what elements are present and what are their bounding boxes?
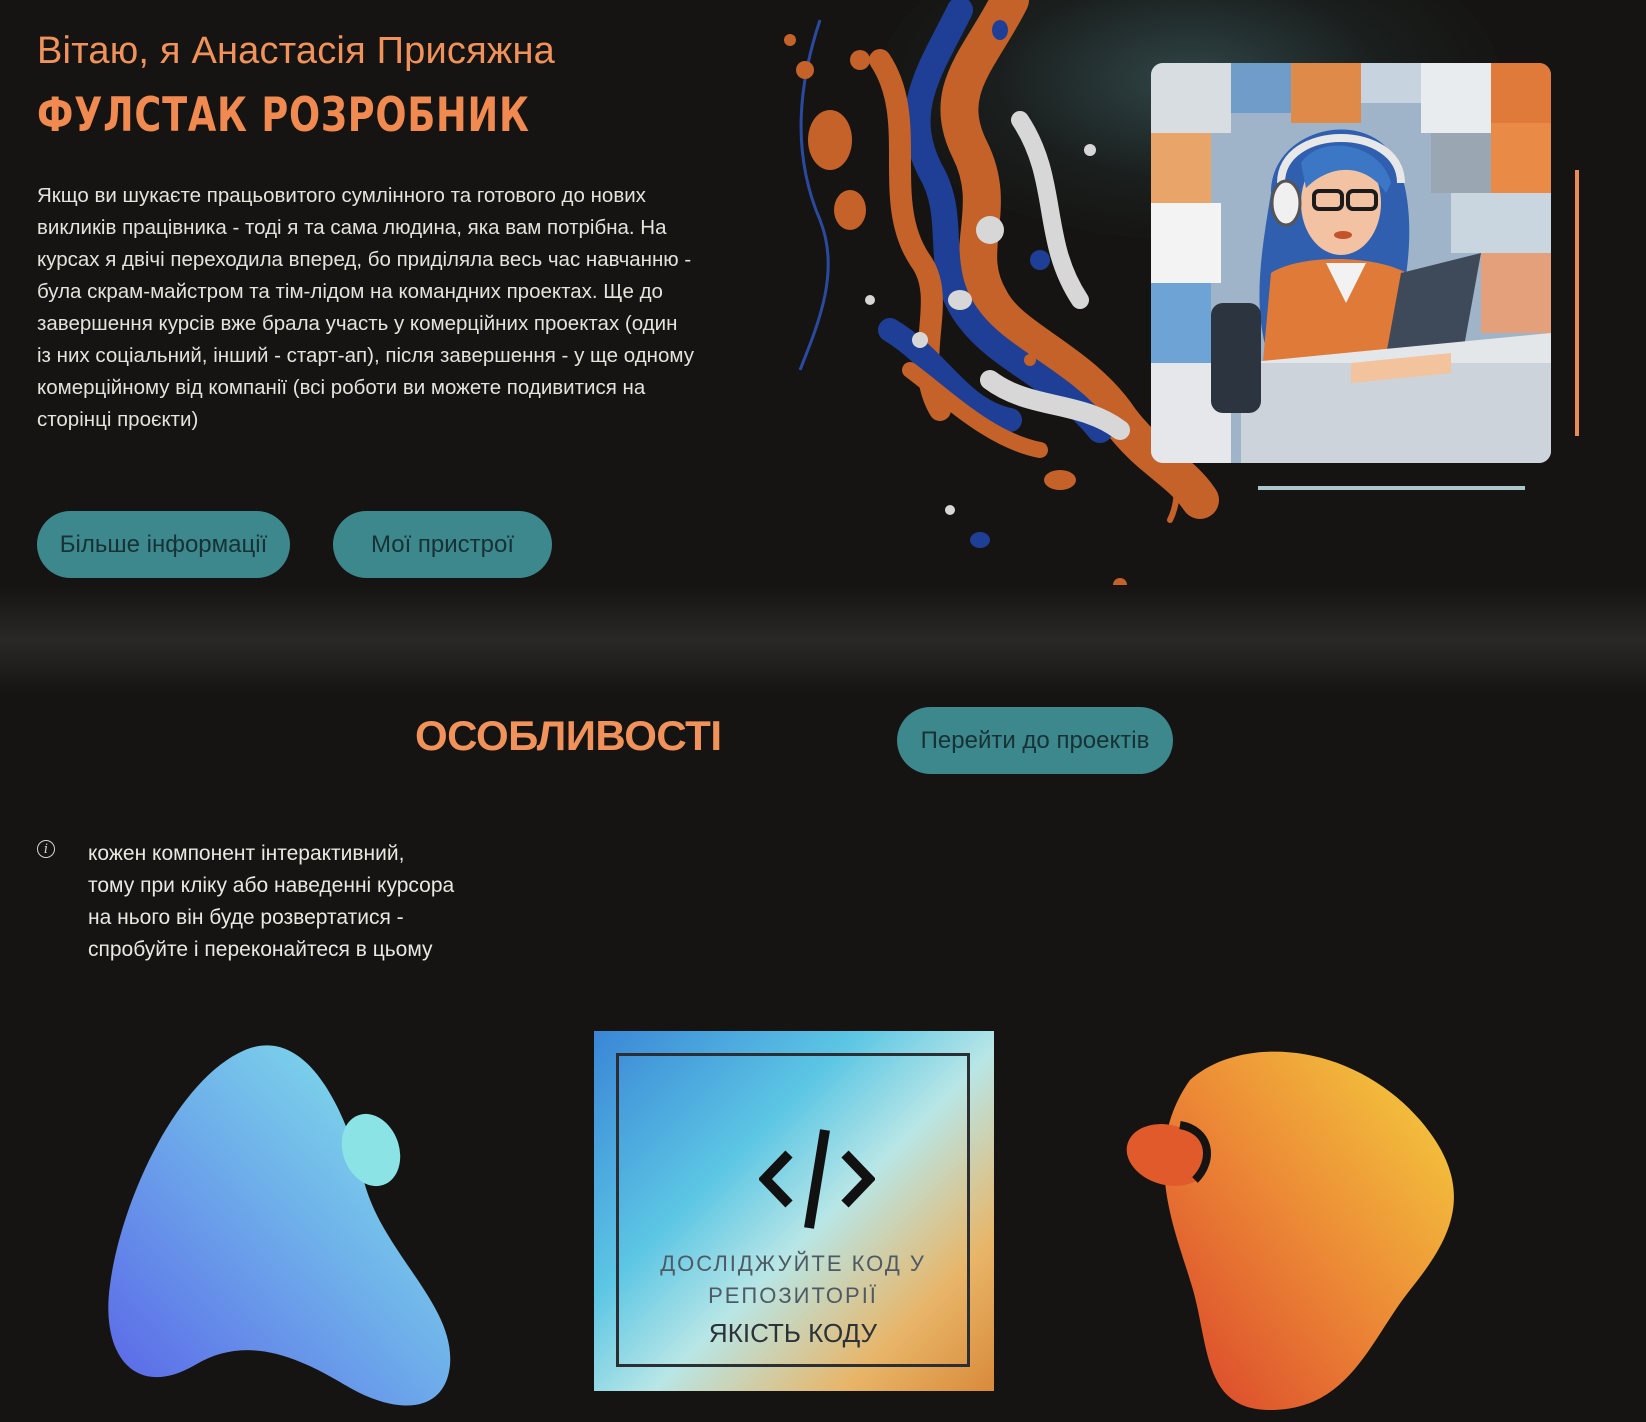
code-quality-card[interactable]: ДОСЛІДЖУЙТЕ КОД У РЕПОЗИТОРІЇ ЯКІСТЬ КОД… bbox=[594, 1031, 994, 1391]
decorative-horizontal-line bbox=[1258, 486, 1525, 490]
hero-role-title: ФУЛСТАК РОЗРОБНИК bbox=[37, 88, 530, 143]
page: Вітаю, я Анастасія Присяжна ФУЛСТАК РОЗР… bbox=[0, 0, 1646, 1422]
my-devices-button[interactable]: Мої пристрої bbox=[333, 511, 552, 578]
blue-blob-card[interactable] bbox=[95, 1035, 475, 1422]
orange-blob-card[interactable] bbox=[1120, 1040, 1500, 1422]
code-card-subtitle-line: РЕПОЗИТОРІЇ bbox=[708, 1283, 878, 1308]
profile-illustration bbox=[1151, 63, 1551, 463]
more-info-button[interactable]: Більше інформації bbox=[37, 511, 290, 578]
hint-line: тому при кліку або наведенні курсора bbox=[88, 874, 455, 897]
code-card-subtitle-line: ДОСЛІДЖУЙТЕ КОД У bbox=[660, 1251, 926, 1276]
code-icon bbox=[759, 1129, 875, 1229]
hero-description: Якщо ви шукаєте працьовитого сумлінного … bbox=[37, 184, 694, 431]
hint-line: спробуйте і переконайтеся в цьому bbox=[88, 938, 433, 961]
go-to-projects-button[interactable]: Перейти до проектів bbox=[897, 707, 1173, 774]
code-card-title: ЯКІСТЬ КОДУ bbox=[708, 1318, 878, 1348]
hero-greeting: Вітаю, я Анастасія Присяжна bbox=[37, 30, 555, 72]
features-title: ОСОБЛИВОСТІ bbox=[415, 712, 722, 759]
hint-line: на нього він буде розвертатися - bbox=[88, 906, 404, 929]
code-card-frame: ДОСЛІДЖУЙТЕ КОД У РЕПОЗИТОРІЇ ЯКІСТЬ КОД… bbox=[616, 1053, 970, 1367]
info-icon: i bbox=[37, 840, 55, 858]
decorative-vertical-line bbox=[1575, 170, 1579, 436]
section-divider bbox=[0, 585, 1646, 695]
hint-line: кожен компонент інтерактивний, bbox=[88, 842, 405, 865]
code-card-subtitle: ДОСЛІДЖУЙТЕ КОД У РЕПОЗИТОРІЇ bbox=[619, 1248, 967, 1312]
interactive-hint: кожен компонент інтерактивний, тому при … bbox=[88, 838, 454, 966]
